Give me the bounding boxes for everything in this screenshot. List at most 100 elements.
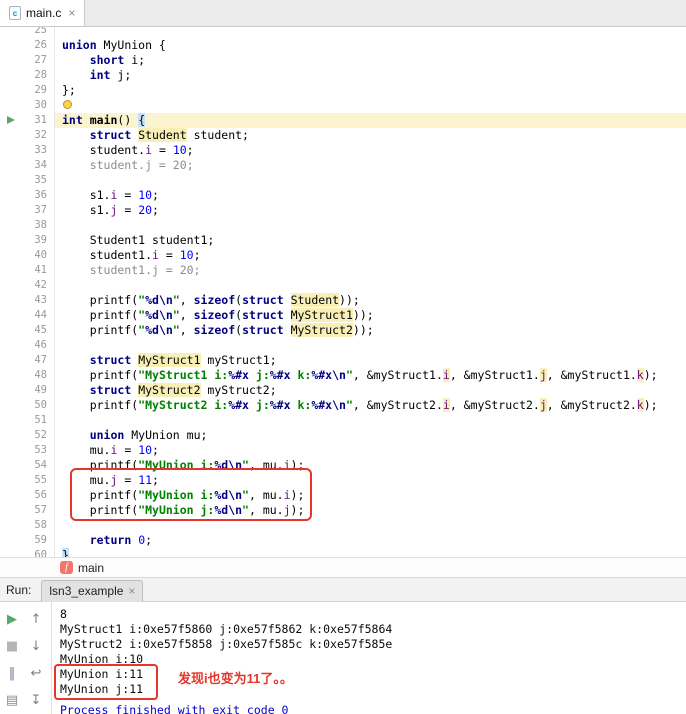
code-line[interactable]: 38: [0, 218, 686, 233]
line-number[interactable]: 56: [0, 488, 55, 503]
code-line[interactable]: 36 s1.i = 10;: [0, 188, 686, 203]
code-text: s1.j = 20;: [62, 203, 159, 217]
code-line[interactable]: 52 union MyUnion mu;: [0, 428, 686, 443]
tab-close-icon[interactable]: ×: [68, 6, 75, 20]
code-line[interactable]: 51: [0, 413, 686, 428]
code-line[interactable]: 56 printf("MyUnion i:%d\n", mu.i);: [0, 488, 686, 503]
line-number[interactable]: 41: [0, 263, 55, 278]
line-number[interactable]: 38: [0, 218, 55, 233]
line-number[interactable]: 43: [0, 293, 55, 308]
code-line[interactable]: 28 int j;: [0, 68, 686, 83]
code-line[interactable]: 45 printf("%d\n", sizeof(struct MyStruct…: [0, 323, 686, 338]
console-output[interactable]: 8 MyStruct1 i:0xe57f5860 j:0xe57f5862 k:0…: [52, 602, 686, 714]
code-line[interactable]: 41 student1.j = 20;: [0, 263, 686, 278]
line-number[interactable]: 45: [0, 323, 55, 338]
line-number[interactable]: 27: [0, 53, 55, 68]
line-number[interactable]: 36: [0, 188, 55, 203]
code-line[interactable]: 33 student.i = 10;: [0, 143, 686, 158]
line-number[interactable]: 49: [0, 383, 55, 398]
code-line[interactable]: 35: [0, 173, 686, 188]
line-number[interactable]: 47: [0, 353, 55, 368]
line-number[interactable]: 52: [0, 428, 55, 443]
line-number[interactable]: 40: [0, 248, 55, 263]
breadcrumb-item-main[interactable]: main: [78, 561, 104, 575]
code-line[interactable]: 40 student1.i = 10;: [0, 248, 686, 263]
up-stack-button-icon[interactable]: ↑: [31, 613, 42, 626]
line-number[interactable]: 35: [0, 173, 55, 188]
run-line-icon[interactable]: [7, 116, 15, 124]
code-area: 25 26 union MyUnion {27 short i; 28 int j; 2…: [0, 27, 686, 557]
run-panel-header: Run: lsn3_example ×: [0, 578, 686, 602]
code-line[interactable]: 50 printf("MyStruct2 i:%#x j:%#x k:%#x\n…: [0, 398, 686, 413]
line-number[interactable]: 54: [0, 458, 55, 473]
line-number[interactable]: 33: [0, 143, 55, 158]
line-number[interactable]: 50: [0, 398, 55, 413]
code-line[interactable]: 58: [0, 518, 686, 533]
line-number[interactable]: 34: [0, 158, 55, 173]
down-stack-button-icon[interactable]: ↓: [31, 640, 42, 653]
code-line[interactable]: 42: [0, 278, 686, 293]
pause-output-button-icon[interactable]: ‖: [9, 667, 16, 680]
line-number[interactable]: 53: [0, 443, 55, 458]
line-number[interactable]: 31: [0, 113, 55, 128]
console-line: MyStruct2 i:0xe57f5858 j:0xe57f585c k:0x…: [60, 637, 393, 651]
tab-main-c[interactable]: c main.c ×: [0, 0, 86, 26]
code-line[interactable]: 55 mu.j = 11;: [0, 473, 686, 488]
code-line[interactable]: 57 printf("MyUnion j:%d\n", mu.j);: [0, 503, 686, 518]
line-number[interactable]: 59: [0, 533, 55, 548]
code-text: student.j = 20;: [62, 158, 194, 172]
code-line[interactable]: 47 struct MyStruct1 myStruct1;: [0, 353, 686, 368]
line-number[interactable]: 60: [0, 548, 55, 557]
code-line[interactable]: 48 printf("MyStruct1 i:%#x j:%#x k:%#x\n…: [0, 368, 686, 383]
line-number[interactable]: 26: [0, 38, 55, 53]
code-line[interactable]: 59 return 0;: [0, 533, 686, 548]
code-line[interactable]: 46: [0, 338, 686, 353]
clear-all-button-icon[interactable]: ▤: [6, 694, 18, 707]
run-tab-lsn3-example[interactable]: lsn3_example ×: [41, 580, 144, 602]
code-editor[interactable]: 25 26 union MyUnion {27 short i; 28 int j; 2…: [0, 27, 686, 557]
run-tab-close-icon[interactable]: ×: [128, 584, 135, 598]
line-number[interactable]: 44: [0, 308, 55, 323]
code-line[interactable]: 30: [0, 98, 686, 113]
console-line: MyUnion i:11: [60, 667, 144, 681]
code-line[interactable]: 37 s1.j = 20;: [0, 203, 686, 218]
line-number[interactable]: 37: [0, 203, 55, 218]
soft-wrap-button-icon[interactable]: ↩: [31, 667, 42, 680]
code-line[interactable]: 53 mu.i = 10;: [0, 443, 686, 458]
code-line[interactable]: 49 struct MyStruct2 myStruct2;: [0, 383, 686, 398]
stop-button-icon[interactable]: ■: [6, 640, 18, 653]
code-text: printf("MyStruct2 i:%#x j:%#x k:%#x\n", …: [62, 398, 658, 412]
line-number[interactable]: 55: [0, 473, 55, 488]
code-line[interactable]: 29};: [0, 83, 686, 98]
breadcrumb-bar: f main: [0, 557, 686, 578]
line-number[interactable]: 39: [0, 233, 55, 248]
code-text: int j;: [89, 68, 132, 82]
line-number[interactable]: 25: [0, 27, 55, 38]
line-number[interactable]: 32: [0, 128, 55, 143]
line-number[interactable]: 58: [0, 518, 55, 533]
line-number[interactable]: 42: [0, 278, 55, 293]
rerun-button-icon[interactable]: ▶: [7, 613, 17, 626]
code-line[interactable]: 32 struct Student student;: [0, 128, 686, 143]
line-number[interactable]: 48: [0, 368, 55, 383]
line-number[interactable]: 57: [0, 503, 55, 518]
code-line[interactable]: 54 printf("MyUnion i:%d\n", mu.i);: [0, 458, 686, 473]
line-number[interactable]: 28: [0, 68, 55, 83]
line-number[interactable]: 46: [0, 338, 55, 353]
code-line[interactable]: 44 printf("%d\n", sizeof(struct MyStruct…: [0, 308, 686, 323]
code-line[interactable]: 27 short i;: [0, 53, 686, 68]
code-text: printf("MyUnion i:%d\n", mu.i);: [62, 458, 305, 472]
code-line[interactable]: 26 union MyUnion {: [0, 38, 686, 53]
code-line[interactable]: 39 Student1 student1;: [0, 233, 686, 248]
code-line[interactable]: 31 int main() {: [0, 113, 686, 128]
line-number[interactable]: 30: [0, 98, 55, 113]
code-line[interactable]: 34 student.j = 20;: [0, 158, 686, 173]
scroll-to-end-button-icon[interactable]: ↧: [31, 694, 42, 707]
code-line[interactable]: 25: [0, 27, 686, 38]
intention-bulb-icon[interactable]: [63, 100, 72, 109]
line-number[interactable]: 51: [0, 413, 55, 428]
line-number[interactable]: 29: [0, 83, 55, 98]
code-line[interactable]: 43 printf("%d\n", sizeof(struct Student)…: [0, 293, 686, 308]
code-line[interactable]: 60}: [0, 548, 686, 557]
